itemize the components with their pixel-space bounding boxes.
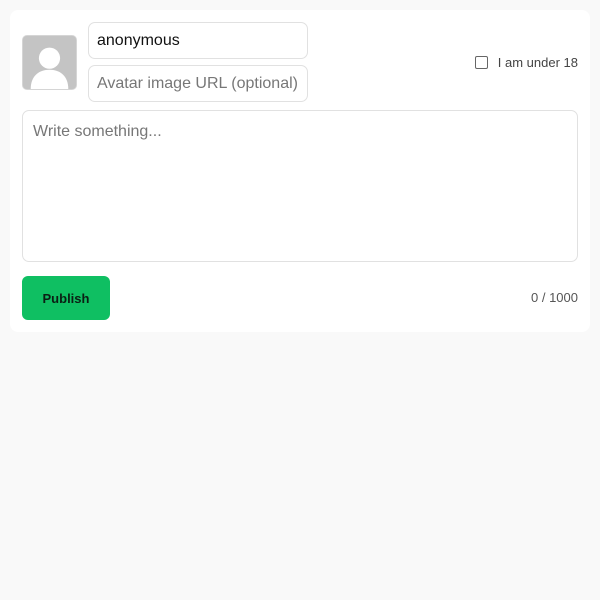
post-composer-card: I am under 18 Publish 0 / 1000	[10, 10, 590, 332]
publish-button[interactable]: Publish	[22, 276, 110, 320]
avatar-url-input[interactable]	[88, 65, 308, 102]
character-counter: 0 / 1000	[531, 290, 578, 305]
under-18-checkbox[interactable]	[474, 55, 488, 69]
default-avatar-icon	[23, 36, 76, 89]
under-18-toggle[interactable]: I am under 18	[474, 54, 578, 70]
name-input[interactable]	[88, 22, 308, 59]
avatar-preview	[22, 35, 77, 90]
message-textarea[interactable]	[22, 110, 578, 262]
under-18-label: I am under 18	[497, 54, 578, 70]
